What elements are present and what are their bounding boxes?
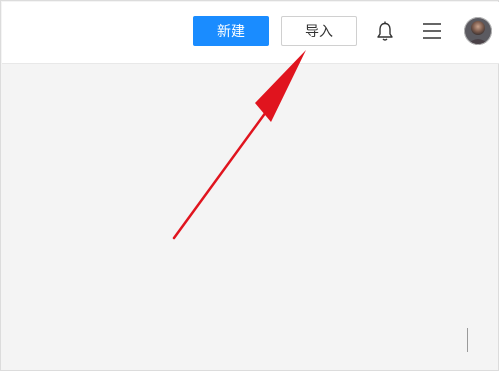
avatar[interactable] (464, 17, 492, 45)
hamburger-menu-icon[interactable] (421, 21, 443, 41)
app-window: 新建 导入 (0, 0, 499, 371)
new-button[interactable]: 新建 (193, 16, 269, 46)
scrollbar-indicator (467, 328, 468, 352)
top-toolbar: 新建 导入 (2, 2, 499, 64)
import-button[interactable]: 导入 (281, 16, 357, 46)
bell-icon[interactable] (373, 19, 397, 43)
avatar-image (464, 17, 492, 45)
